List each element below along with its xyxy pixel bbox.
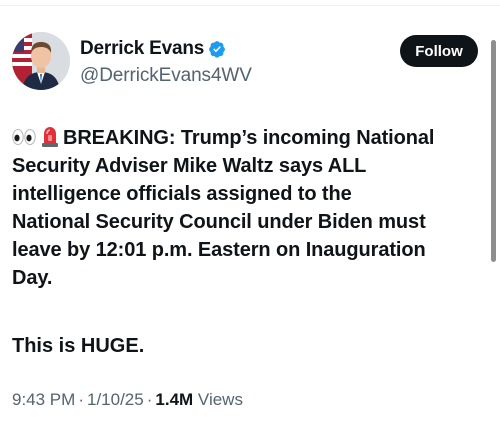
views-label[interactable]: Views — [198, 390, 243, 409]
avatar-photo — [12, 32, 70, 90]
top-divider — [0, 5, 500, 6]
meta-separator: · — [78, 390, 84, 409]
meta-separator: · — [146, 390, 153, 409]
tweet-line-4: National Security Council under Biden mu… — [12, 211, 426, 233]
tweet-line-1: BREAKING: Trump’s incoming National — [12, 124, 488, 152]
avatar[interactable] — [12, 32, 70, 90]
tweet-line-5: leave by 12:01 p.m. Eastern on Inaugurat… — [12, 239, 426, 261]
views-count[interactable]: 1.4M — [155, 390, 193, 409]
tweet-line-1-text: BREAKING: Trump’s incoming National — [63, 127, 435, 149]
tweet-line-3: intelligence officials assigned to the — [12, 183, 352, 205]
tweet-body: BREAKING: Trump’s incoming National Secu… — [12, 124, 488, 292]
scrollbar-thumb[interactable] — [491, 40, 496, 262]
tweet-closing-line: This is HUGE. — [12, 335, 145, 357]
tweet-header: Derrick Evans @DerrickEvans4WV Follow — [12, 32, 480, 92]
author-name-row: Derrick Evans — [80, 38, 226, 60]
tweet-line-2: Security Adviser Mike Waltz says ALL — [12, 155, 367, 177]
author-handle[interactable]: @DerrickEvans4WV — [80, 65, 252, 87]
tweet-line-6: Day. — [12, 267, 53, 289]
siren-emoji-icon — [40, 125, 60, 147]
verified-badge-icon — [208, 40, 226, 58]
tweet-date[interactable]: 1/10/25 — [87, 390, 144, 409]
follow-button[interactable]: Follow — [400, 35, 478, 67]
tweet-meta: 9:43 PM · 1/10/25 · 1.4M Views — [12, 390, 243, 410]
tweet-time[interactable]: 9:43 PM — [12, 390, 75, 409]
author-display-name[interactable]: Derrick Evans — [80, 38, 204, 60]
eyes-emoji-icon — [12, 126, 36, 145]
